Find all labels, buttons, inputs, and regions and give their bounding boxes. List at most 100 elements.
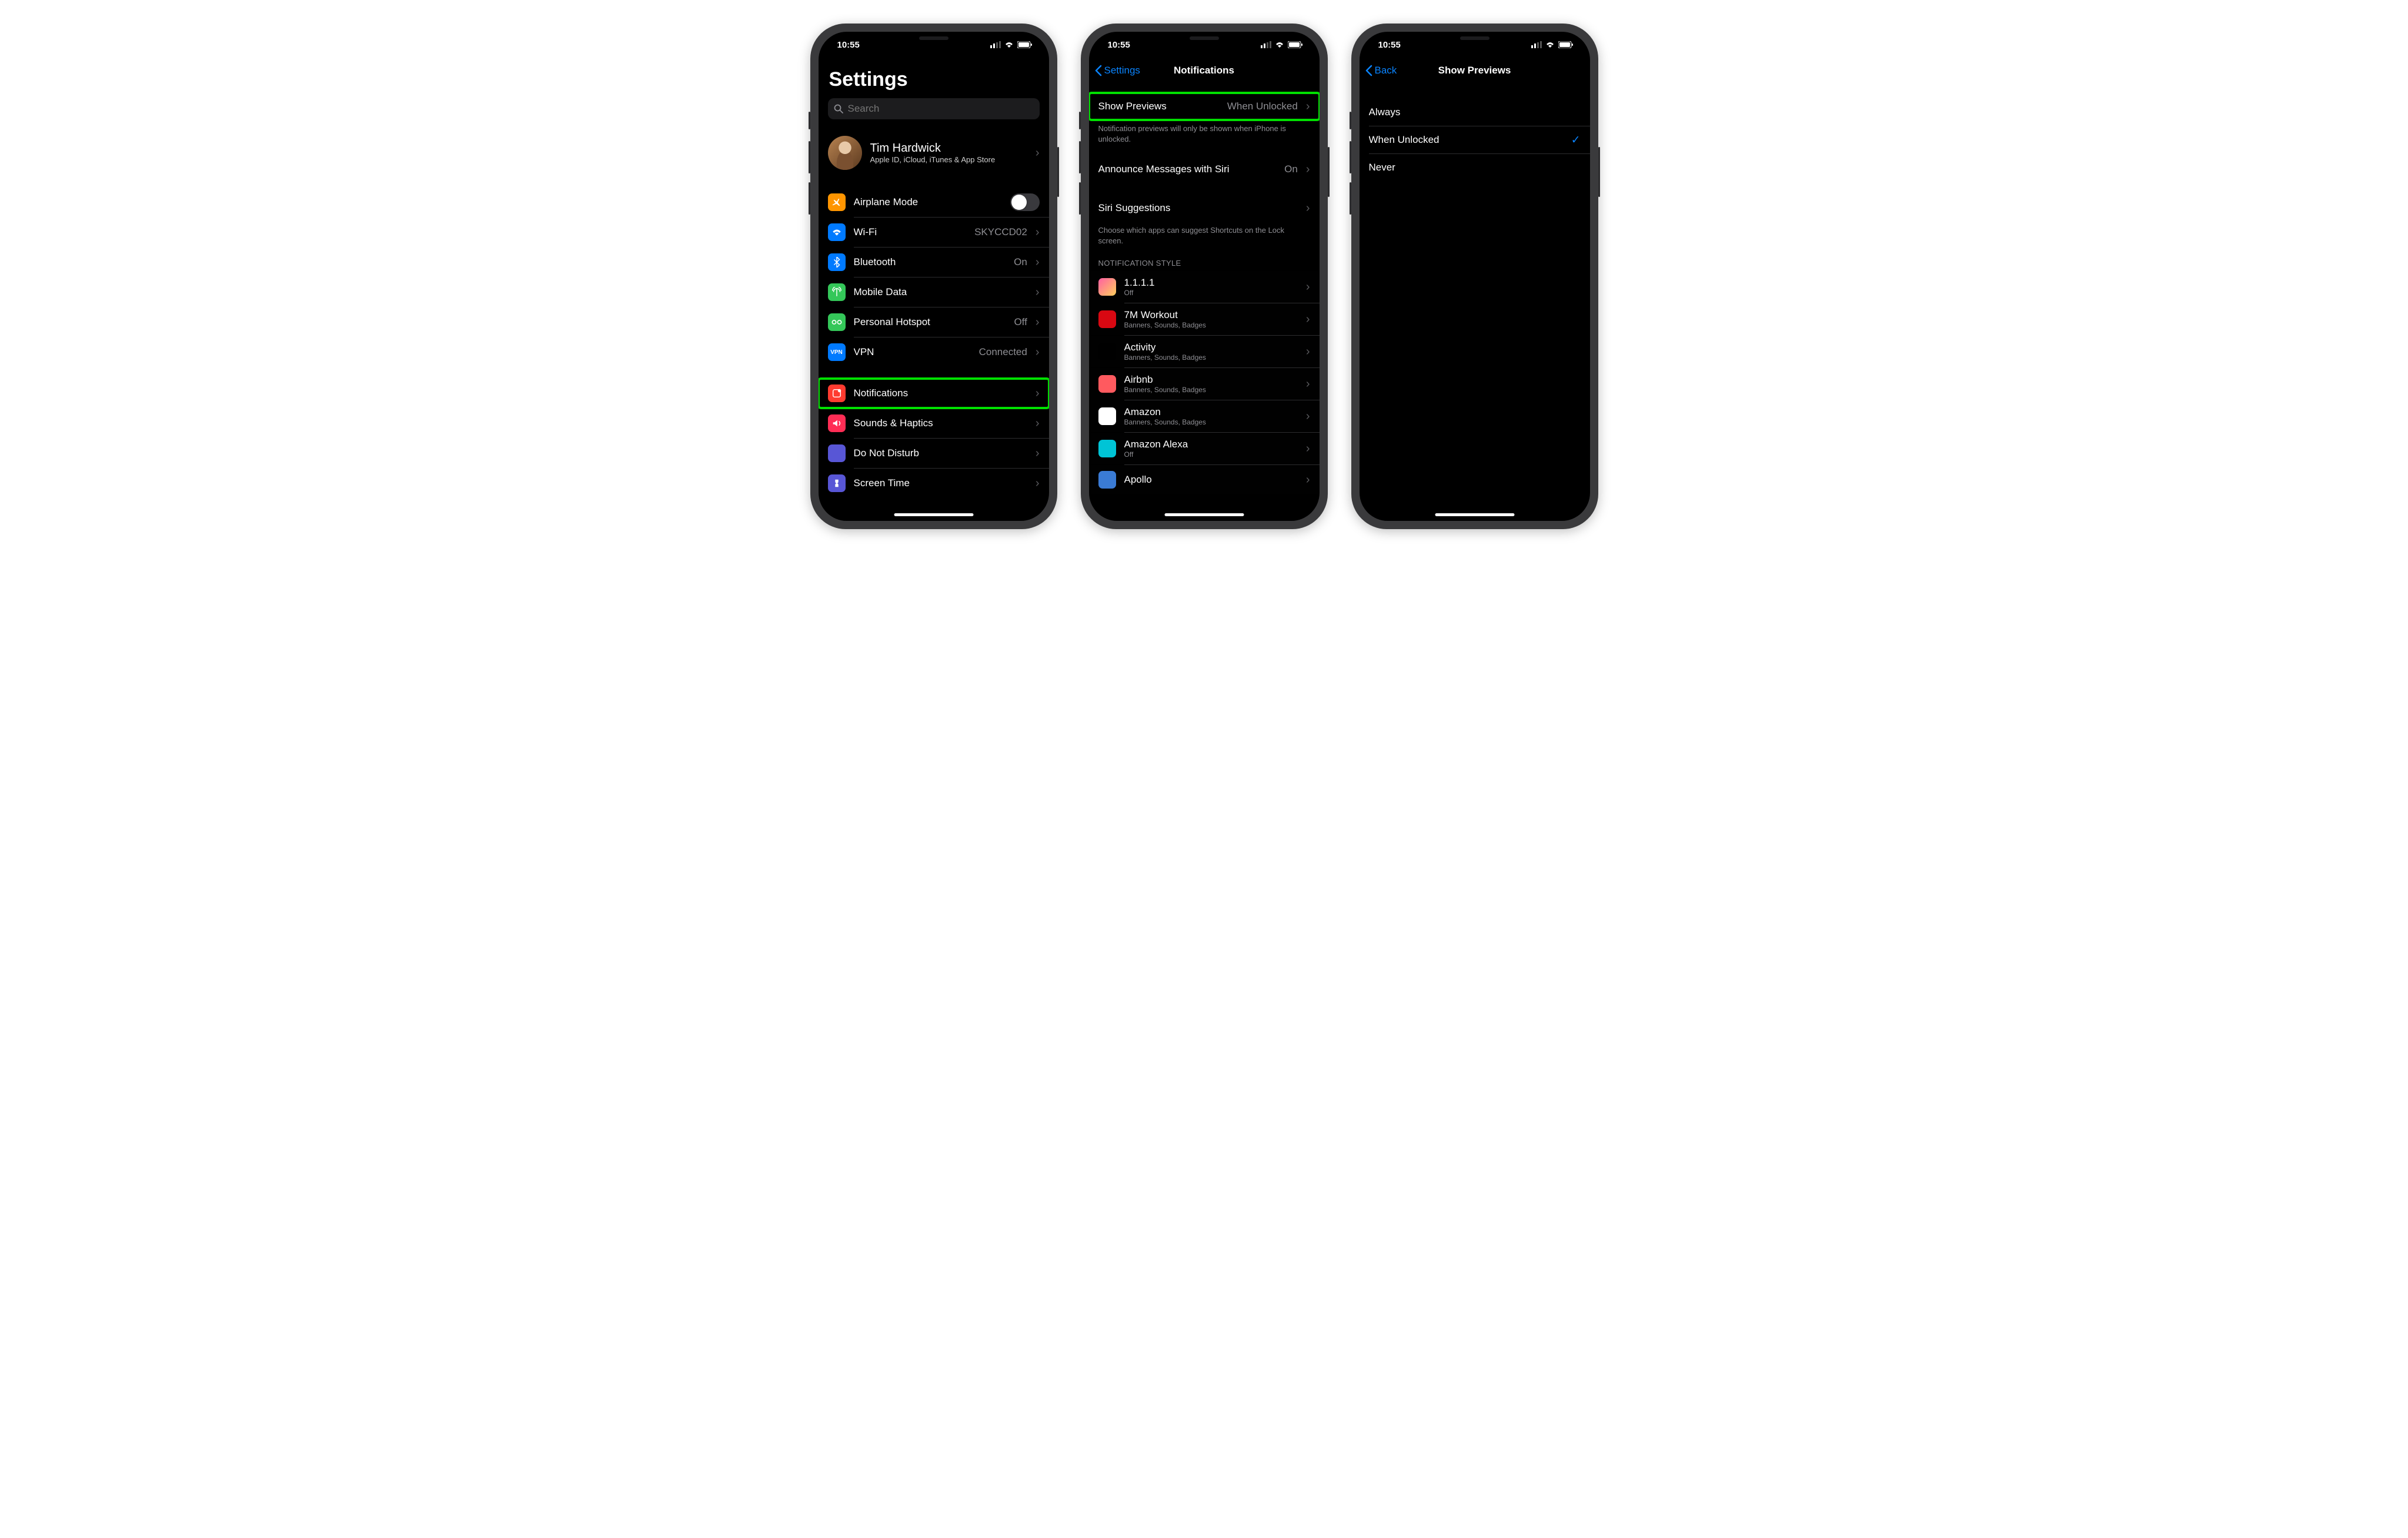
chevron-right-icon: › — [1306, 442, 1310, 456]
app-row[interactable]: 1.1.1.1Off› — [1089, 271, 1320, 303]
airplane-mode-row[interactable]: Airplane Mode — [819, 188, 1049, 217]
bluetooth-icon — [828, 253, 846, 271]
phone-settings: 10:55 Settings Tim Hardwic — [810, 24, 1057, 529]
app-sub: Banners, Sounds, Badges — [1124, 386, 1298, 394]
dnd-row[interactable]: Do Not Disturb › — [819, 439, 1049, 468]
preview-option[interactable]: Never — [1360, 154, 1590, 181]
chevron-left-icon — [1365, 65, 1372, 76]
chevron-right-icon: › — [1036, 387, 1040, 400]
chevron-right-icon: › — [1036, 286, 1040, 299]
bluetooth-value: On — [1014, 256, 1027, 268]
options-list: Always When Unlocked✓ Never — [1360, 99, 1590, 181]
home-indicator[interactable] — [1164, 513, 1244, 516]
screentime-label: Screen Time — [854, 477, 1027, 489]
notifications-row[interactable]: Notifications › — [819, 379, 1049, 408]
app-icon — [1098, 375, 1116, 393]
announce-row[interactable]: Announce Messages with Siri On › — [1089, 156, 1320, 183]
hotspot-icon — [828, 313, 846, 331]
show-previews-value: When Unlocked — [1227, 101, 1298, 112]
vpn-value: Connected — [979, 346, 1027, 358]
battery-icon — [1017, 41, 1033, 48]
app-icon — [1098, 407, 1116, 425]
preview-option[interactable]: When Unlocked✓ — [1360, 126, 1590, 153]
status-icons — [990, 41, 1033, 48]
vpn-row[interactable]: VPN VPN Connected › — [819, 337, 1049, 367]
cellular-icon — [1531, 41, 1542, 48]
app-icon — [1098, 471, 1116, 489]
chevron-right-icon: › — [1036, 447, 1040, 460]
profile-name: Tim Hardwick — [870, 142, 1027, 155]
chevron-right-icon: › — [1306, 313, 1310, 326]
chevron-right-icon: › — [1306, 280, 1310, 294]
app-name: Amazon Alexa — [1124, 439, 1298, 450]
back-button[interactable]: Settings — [1089, 65, 1140, 76]
vpn-label: VPN — [854, 346, 971, 358]
airplane-icon — [828, 193, 846, 211]
app-row[interactable]: ActivityBanners, Sounds, Badges› — [1089, 336, 1320, 367]
battery-icon — [1288, 41, 1303, 48]
wifi-icon — [1275, 41, 1284, 48]
preview-option[interactable]: Always — [1360, 99, 1590, 126]
option-label: Never — [1369, 162, 1581, 173]
phone-notifications: 10:55 Settings Notifications — [1081, 24, 1328, 529]
cellular-icon — [990, 41, 1001, 48]
bluetooth-row[interactable]: Bluetooth On › — [819, 248, 1049, 277]
wifi-icon — [1004, 41, 1014, 48]
app-row[interactable]: Apollo› — [1089, 465, 1320, 494]
back-label: Settings — [1104, 65, 1140, 76]
screentime-icon — [828, 474, 846, 492]
status-time: 10:55 — [1378, 40, 1401, 50]
siri-suggestions-row[interactable]: Siri Suggestions › — [1089, 195, 1320, 222]
search-field[interactable] — [848, 103, 1034, 115]
chevron-right-icon: › — [1036, 316, 1040, 329]
airplane-label: Airplane Mode — [854, 196, 1002, 208]
status-time: 10:55 — [1108, 40, 1130, 50]
app-name: Activity — [1124, 342, 1298, 353]
show-previews-label: Show Previews — [1098, 101, 1219, 112]
home-indicator[interactable] — [894, 513, 973, 516]
profile-sub: Apple ID, iCloud, iTunes & App Store — [870, 155, 1027, 164]
announce-label: Announce Messages with Siri — [1098, 163, 1277, 175]
app-sub: Banners, Sounds, Badges — [1124, 418, 1298, 426]
app-name: Apollo — [1124, 474, 1298, 486]
chevron-right-icon: › — [1306, 345, 1310, 359]
siri-label: Siri Suggestions — [1098, 202, 1298, 214]
chevron-left-icon — [1095, 65, 1102, 76]
avatar — [828, 136, 862, 170]
app-row[interactable]: 7M WorkoutBanners, Sounds, Badges› — [1089, 303, 1320, 335]
search-input[interactable] — [828, 98, 1040, 119]
screentime-row[interactable]: Screen Time › — [819, 469, 1049, 498]
nav-title: Show Previews — [1438, 65, 1511, 76]
mobile-label: Mobile Data — [854, 286, 1027, 298]
app-row[interactable]: AirbnbBanners, Sounds, Badges› — [1089, 368, 1320, 400]
app-sub: Off — [1124, 289, 1298, 297]
hotspot-row[interactable]: Personal Hotspot Off › — [819, 307, 1049, 337]
app-list: 1.1.1.1Off›7M WorkoutBanners, Sounds, Ba… — [1089, 271, 1320, 494]
chevron-right-icon: › — [1036, 417, 1040, 430]
chevron-right-icon: › — [1306, 202, 1310, 215]
app-row[interactable]: Amazon AlexaOff› — [1089, 433, 1320, 464]
wifi-row[interactable]: Wi-Fi SKYCCD02 › — [819, 218, 1049, 247]
mobile-data-row[interactable]: Mobile Data › — [819, 277, 1049, 307]
bluetooth-label: Bluetooth — [854, 256, 1006, 268]
home-indicator[interactable] — [1435, 513, 1514, 516]
chevron-right-icon: › — [1306, 410, 1310, 423]
app-name: 7M Workout — [1124, 309, 1298, 321]
chevron-right-icon: › — [1036, 256, 1040, 269]
app-row[interactable]: AmazonBanners, Sounds, Badges› — [1089, 400, 1320, 432]
wifi-row-icon — [828, 223, 846, 241]
option-label: Always — [1369, 106, 1581, 118]
apple-id-cell[interactable]: Tim Hardwick Apple ID, iCloud, iTunes & … — [819, 130, 1049, 176]
vpn-icon: VPN — [828, 343, 846, 361]
mobile-data-icon — [828, 283, 846, 301]
search-icon — [834, 104, 843, 113]
sounds-row[interactable]: Sounds & Haptics › — [819, 409, 1049, 438]
status-time: 10:55 — [837, 40, 860, 50]
back-button[interactable]: Back — [1360, 65, 1397, 76]
siri-footer: Choose which apps can suggest Shortcuts … — [1089, 222, 1320, 246]
airplane-toggle[interactable] — [1010, 193, 1040, 211]
dnd-label: Do Not Disturb — [854, 447, 1027, 459]
sounds-label: Sounds & Haptics — [854, 417, 1027, 429]
show-previews-row[interactable]: Show Previews When Unlocked › — [1089, 93, 1320, 120]
app-icon — [1098, 310, 1116, 328]
